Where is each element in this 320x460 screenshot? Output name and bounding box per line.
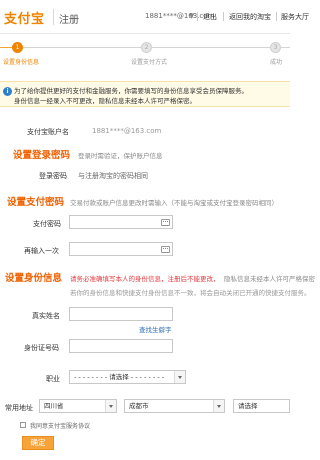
nav-divider (223, 12, 224, 21)
account-name-value: 1881****@163.com (92, 127, 162, 135)
step-2-circle: 2 (141, 42, 152, 53)
real-name-label: 真实姓名 (32, 312, 60, 320)
account-name-label: 支付宝账户名 (27, 128, 69, 136)
city-value: 成都市 (129, 402, 149, 410)
province-value: 四川省 (44, 402, 64, 410)
occupation-select[interactable]: - - - - - - - - 请选择 - - - - - - - - (69, 370, 186, 384)
step-3-label: 成功 (270, 59, 283, 66)
pay-password-input[interactable] (69, 215, 173, 229)
info-icon: i (3, 87, 12, 96)
step-1-label: 设置身份信息 (3, 59, 40, 66)
keyboard-icon[interactable] (161, 219, 170, 226)
step-line (281, 47, 290, 48)
service-hall-link[interactable]: 服务大厅 (281, 12, 309, 22)
chevron-down-icon[interactable] (213, 400, 224, 412)
nav-divider (276, 12, 277, 21)
real-name-input[interactable] (69, 307, 173, 321)
pay-password-label: 支付密码 (33, 220, 61, 228)
notice-text-1: 为了给你提供更好的支付和金融服务，你需要填写的身份信息享受会员保障服务。 (14, 87, 248, 95)
occupation-label: 职业 (46, 375, 60, 383)
identity-hint: 若你的身份信息和快捷支付身份信息不一致，将会自动关闭已开通的快捷支付服务。 (70, 289, 311, 297)
identity-privacy-note: 隐私信息未经本人许可严格保密 (224, 275, 315, 283)
id-number-input[interactable] (69, 339, 173, 353)
notice-text-2: 身份信息一经录入不可更改，隐私信息未经本人许可严格保密。 (14, 97, 196, 105)
step-line (23, 47, 141, 48)
address-label: 常用地址 (5, 404, 33, 412)
top-bar: 支付宝 注册 1881****@163.com ▼ 退出 返回我的淘宝 服务大厅 (0, 0, 309, 34)
pay-password-confirm-input[interactable] (69, 242, 173, 256)
identity-warning: 请务必准确填写本人的身份信息，注册后不能更改， (70, 275, 220, 283)
pay-password-title: 设置支付密码 (7, 197, 65, 208)
id-number-label: 身份证号码 (24, 344, 59, 352)
step-line (0, 47, 12, 48)
agreement-checkbox[interactable] (20, 422, 26, 428)
progress-steps: 1 设置身份信息 2 设置支付方式 3 成功 (0, 40, 290, 68)
login-password-desc: 登录时需验证，保护账户信息 (78, 152, 163, 160)
page-title: 注册 (59, 15, 79, 26)
my-taobao-link[interactable]: 返回我的淘宝 (229, 12, 271, 22)
logout-link[interactable]: 退出 (203, 12, 217, 22)
occupation-value: - - - - - - - - 请选择 - - - - - - - - (74, 373, 165, 381)
login-password-value: 与注册淘宝的密码相同 (78, 172, 148, 180)
rare-char-link[interactable]: 查找生僻字 (139, 324, 172, 334)
login-password-label: 登录密码 (39, 172, 67, 180)
identity-title: 设置身份信息 (5, 273, 63, 284)
step-2-label: 设置支付方式 (131, 59, 168, 66)
pay-password-desc: 交易付款或账户信息更改时需输入（不能与淘宝或支付宝登录密码相同） (70, 199, 278, 207)
step-1-circle: 1 (12, 42, 23, 53)
chevron-down-icon[interactable] (174, 371, 185, 383)
info-notice: i 为了给你提供更好的支付和金融服务，你需要填写的身份信息享受会员保障服务。 身… (0, 81, 290, 107)
pay-password-confirm-label: 再输入一次 (24, 247, 59, 255)
step-line (152, 47, 270, 48)
step-3-circle: 3 (270, 42, 281, 53)
confirm-button[interactable]: 确定 (22, 436, 54, 450)
chevron-down-icon[interactable]: ▼ (189, 12, 194, 20)
logo-divider (53, 9, 54, 25)
district-select[interactable]: 请选择 (233, 399, 290, 413)
agreement-label[interactable]: 我同意支付宝服务协议 (30, 421, 90, 430)
city-select[interactable]: 成都市 (124, 399, 225, 413)
chevron-down-icon[interactable] (105, 400, 116, 412)
nav-divider (197, 12, 198, 21)
province-select[interactable]: 四川省 (39, 399, 117, 413)
keyboard-icon[interactable] (161, 246, 170, 253)
alipay-logo[interactable]: 支付宝 (4, 8, 45, 27)
district-value: 请选择 (238, 402, 258, 410)
login-password-title: 设置登录密码 (13, 150, 71, 161)
